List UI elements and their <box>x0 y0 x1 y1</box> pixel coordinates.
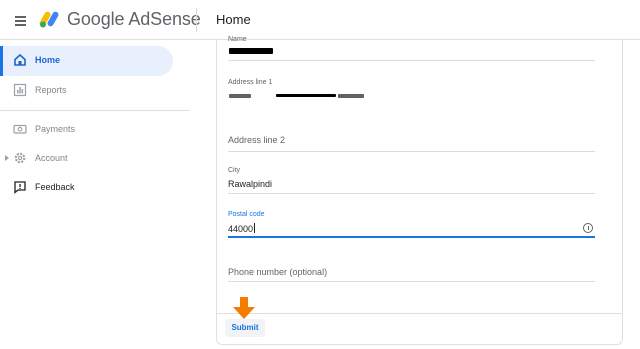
menu-icon[interactable] <box>8 8 32 32</box>
redaction-mark <box>229 94 251 98</box>
postal-code-label: Postal code <box>228 211 265 218</box>
name-field[interactable]: Name <box>228 36 595 62</box>
name-underline <box>228 60 595 61</box>
address-form-card: Name Address line 1 Address line 2 City … <box>216 36 623 345</box>
city-field[interactable]: City Rawalpindi <box>228 166 595 194</box>
home-icon <box>14 53 26 66</box>
phone-number-underline <box>228 281 595 282</box>
payments-icon <box>13 124 27 134</box>
sidebar-item-feedback[interactable]: Feedback <box>0 173 173 203</box>
sidebar-item-label: Reports <box>35 85 67 95</box>
postal-code-value: 44000 <box>228 223 256 234</box>
feedback-icon <box>14 181 26 194</box>
city-underline <box>228 193 595 194</box>
sidebar-divider <box>0 110 190 111</box>
sidebar-item-account[interactable]: Account <box>0 144 173 174</box>
phone-number-placeholder: Phone number (optional) <box>228 267 328 277</box>
submit-button[interactable]: Submit <box>225 319 265 337</box>
sidebar-item-label: Feedback <box>35 182 75 192</box>
redaction-mark <box>229 48 273 54</box>
card-footer-divider <box>217 313 622 314</box>
top-app-bar: Google AdSense Home <box>0 0 640 40</box>
address-line-1-field[interactable]: Address line 1 <box>228 78 595 110</box>
redaction-mark <box>338 94 364 98</box>
phone-number-field[interactable]: Phone number (optional) <box>228 261 595 283</box>
text-caret <box>254 223 256 233</box>
sidebar-item-label: Account <box>35 153 68 163</box>
chevron-right-icon[interactable] <box>5 155 9 161</box>
redaction-mark <box>276 94 336 97</box>
page-title: Home <box>216 12 251 27</box>
sidebar: Home Reports Payments Account Feedback <box>0 40 190 349</box>
address-line-2-field[interactable]: Address line 2 <box>228 130 595 152</box>
address-line-2-placeholder: Address line 2 <box>228 135 286 145</box>
address-line-2-underline <box>228 151 595 152</box>
address-line-1-label: Address line 1 <box>228 79 273 86</box>
gear-icon <box>14 152 26 164</box>
sidebar-item-reports[interactable]: Reports <box>0 76 173 106</box>
sidebar-item-payments[interactable]: Payments <box>0 115 173 145</box>
postal-code-field[interactable]: Postal code 44000 <box>228 210 595 238</box>
sidebar-item-label: Home <box>35 55 61 65</box>
sidebar-item-home[interactable]: Home <box>0 46 173 76</box>
sidebar-item-label: Payments <box>35 124 76 134</box>
postal-code-underline <box>228 236 595 238</box>
reports-icon <box>13 83 27 97</box>
name-label: Name <box>228 36 247 43</box>
topbar-divider <box>196 8 197 32</box>
city-value: Rawalpindi <box>228 179 273 189</box>
brand-name: Google AdSense <box>67 9 201 29</box>
city-label: City <box>228 167 241 174</box>
arrow-down-icon <box>233 297 255 319</box>
adsense-logo <box>39 11 59 28</box>
info-icon[interactable] <box>583 223 593 233</box>
